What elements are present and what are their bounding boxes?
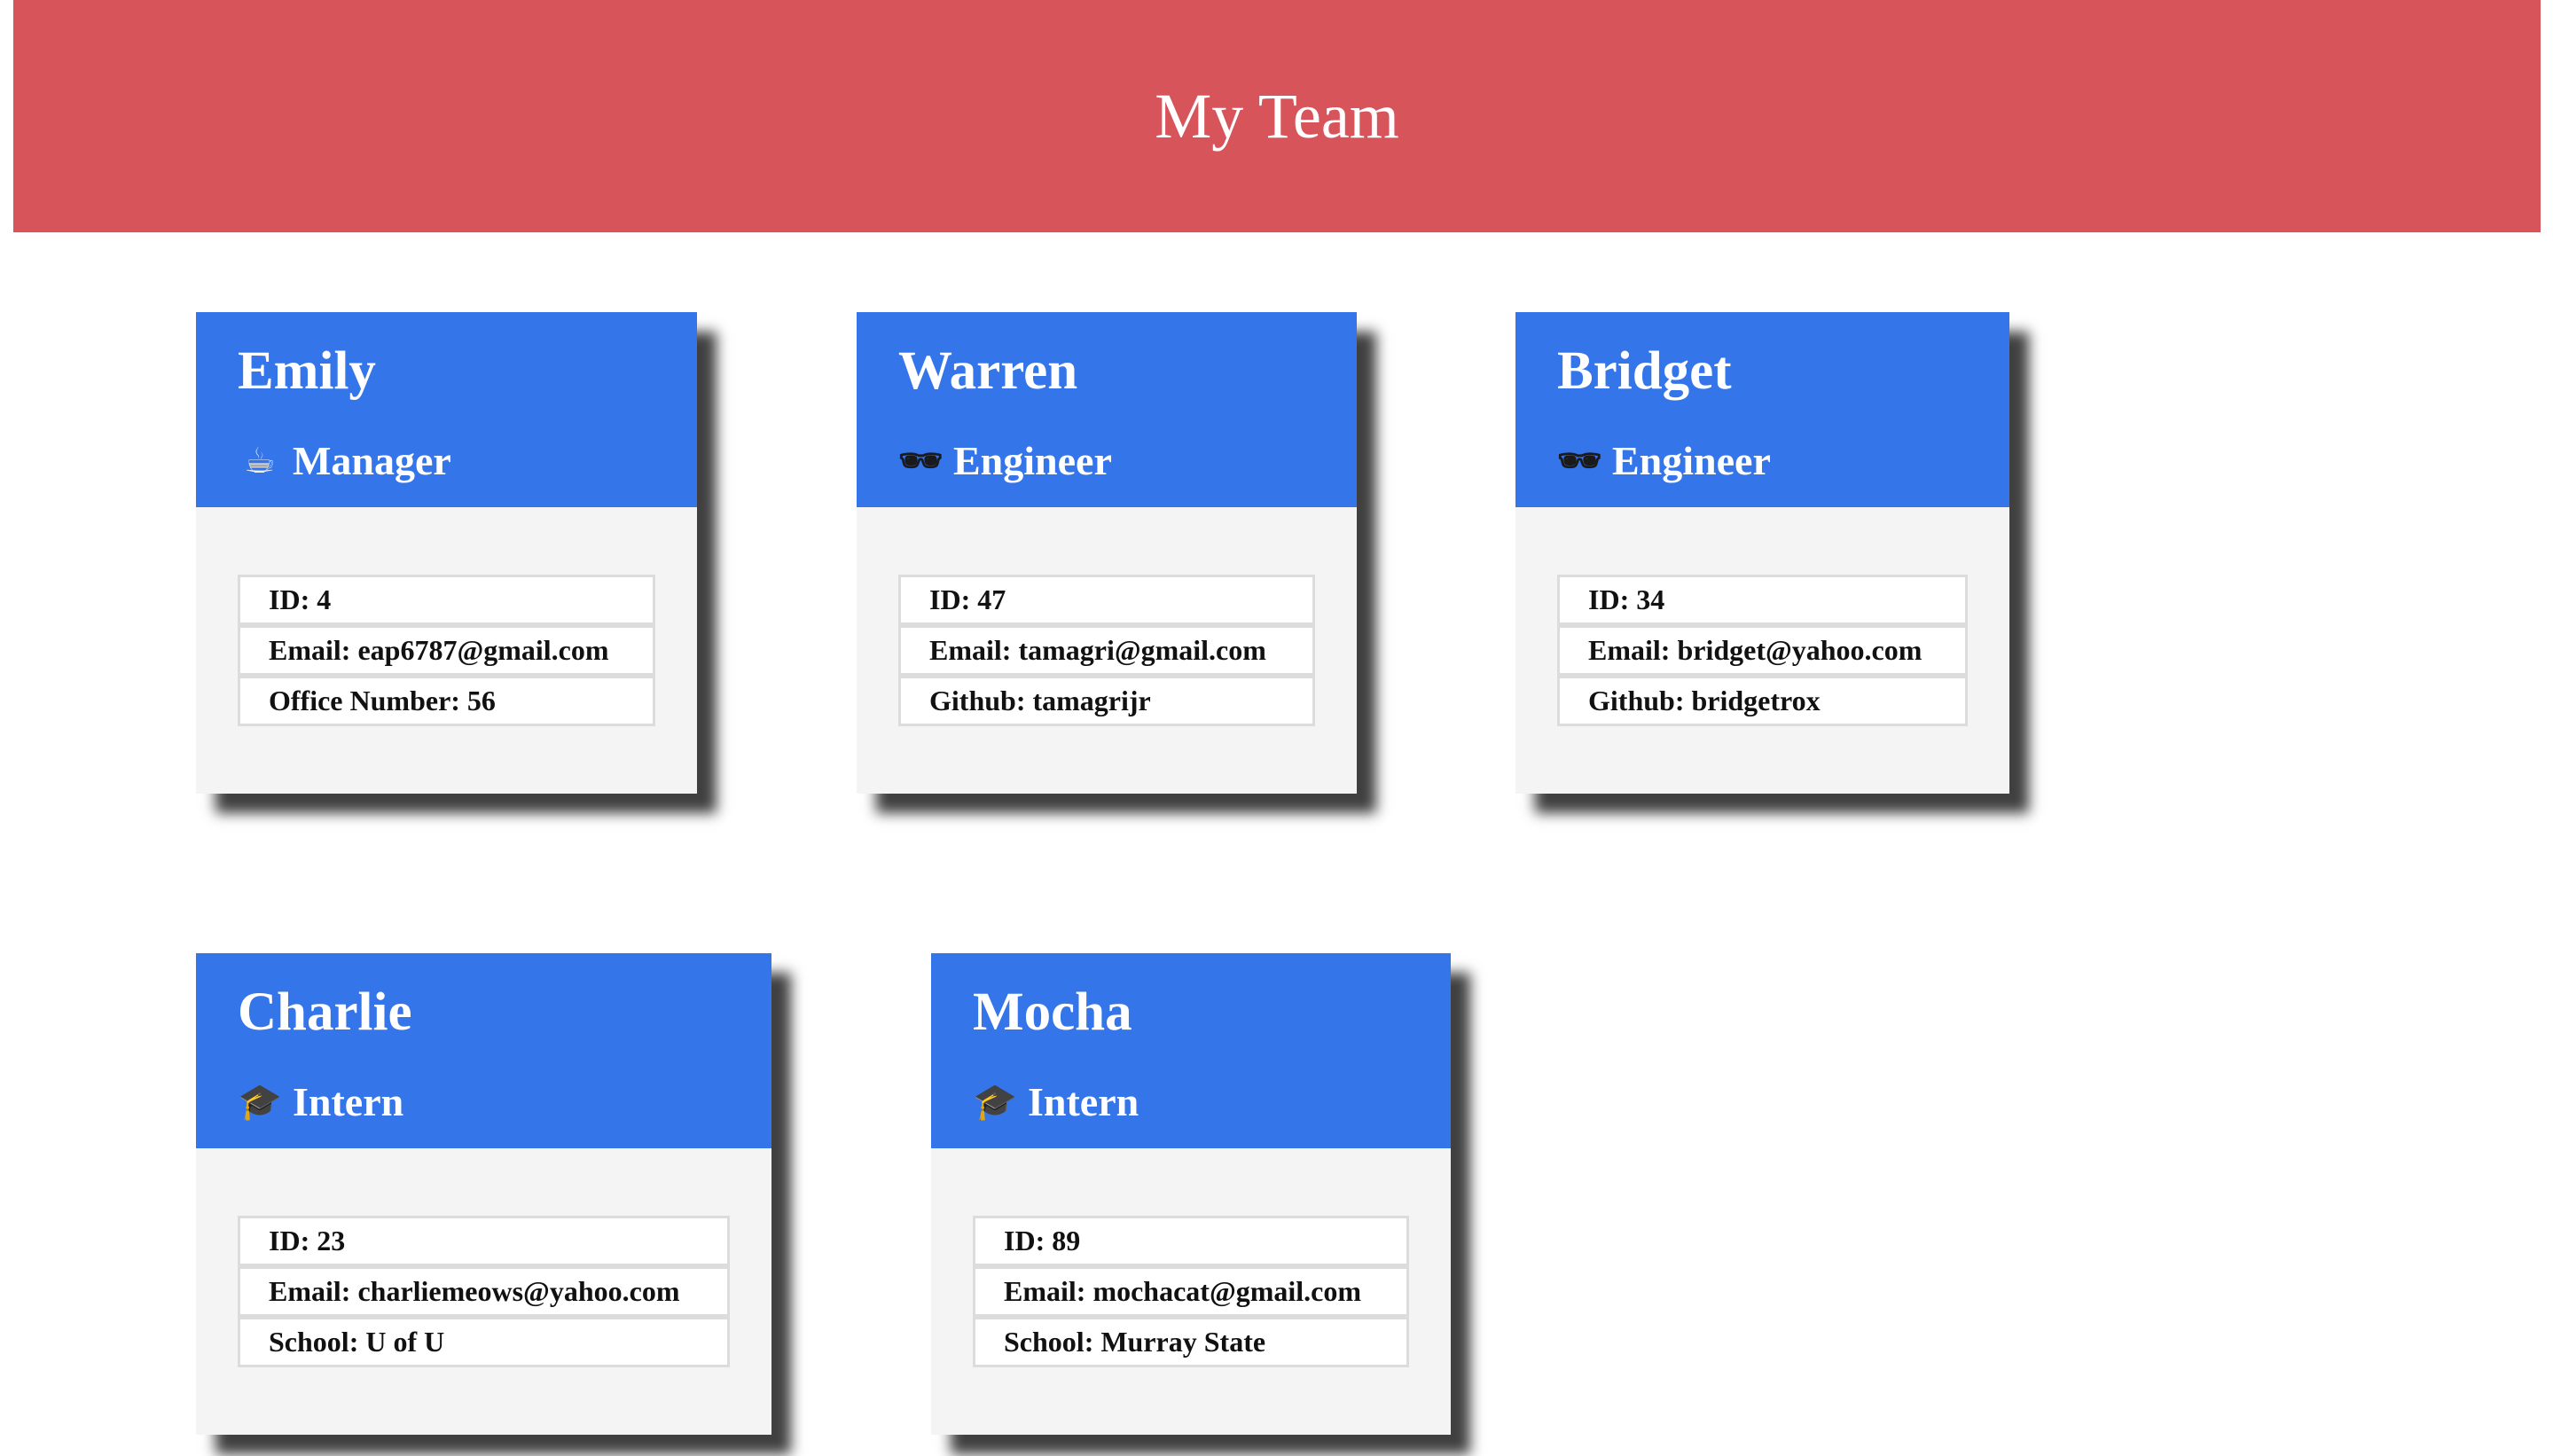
card-header: Bridget 🕶 Engineer — [1515, 312, 2009, 507]
employee-id: ID: 4 — [238, 575, 655, 625]
employee-details: ID: 34 Email: bridget@yahoo.com Github: … — [1557, 575, 1968, 726]
employee-role-label: Engineer — [1612, 438, 1771, 483]
employee-card: Warren 🕶 Engineer ID: 47 Email: tamagri@… — [857, 312, 1357, 794]
employee-role: ☕ Manager — [238, 436, 451, 485]
employee-role: 🎓 Intern — [973, 1077, 1139, 1126]
graduation-cap-icon: 🎓 — [973, 1081, 1017, 1123]
employee-name: Charlie — [238, 982, 412, 1042]
page-header: My Team — [13, 0, 2541, 232]
employee-email: Email: mochacat@gmail.com — [973, 1266, 1409, 1317]
employee-role-label: Manager — [293, 438, 451, 483]
employee-github: Github: tamagrijr — [898, 676, 1315, 726]
employee-card: Bridget 🕶 Engineer ID: 34 Email: bridget… — [1515, 312, 2009, 794]
employee-role-label: Engineer — [953, 438, 1112, 483]
sunglasses-icon: 🕶 — [1557, 440, 1602, 481]
employee-id: ID: 23 — [238, 1216, 730, 1266]
employee-school: School: U of U — [238, 1317, 730, 1367]
page: My Team Emily ☕ Manager ID: 4 Email: eap… — [0, 0, 2553, 1456]
employee-name: Bridget — [1557, 341, 1732, 401]
employee-email: Email: tamagri@gmail.com — [898, 625, 1315, 676]
employee-email: Email: bridget@yahoo.com — [1557, 625, 1968, 676]
employee-role: 🕶 Engineer — [898, 436, 1112, 485]
employee-details: ID: 89 Email: mochacat@gmail.com School:… — [973, 1216, 1409, 1367]
employee-email: Email: eap6787@gmail.com — [238, 625, 655, 676]
card-header: Emily ☕ Manager — [196, 312, 697, 507]
employee-github: Github: bridgetrox — [1557, 676, 1968, 726]
employee-office-number: Office Number: 56 — [238, 676, 655, 726]
card-header: Warren 🕶 Engineer — [857, 312, 1357, 507]
page-title: My Team — [1155, 81, 1399, 152]
employee-role-label: Intern — [293, 1079, 404, 1124]
employee-card: Emily ☕ Manager ID: 4 Email: eap6787@gma… — [196, 312, 697, 794]
card-header: Mocha 🎓 Intern — [931, 953, 1451, 1148]
employee-role: 🎓 Intern — [238, 1077, 403, 1126]
employee-email: Email: charliemeows@yahoo.com — [238, 1266, 730, 1317]
employee-name: Emily — [238, 341, 376, 401]
employee-card: Charlie 🎓 Intern ID: 23 Email: charlieme… — [196, 953, 771, 1435]
employee-details: ID: 4 Email: eap6787@gmail.com Office Nu… — [238, 575, 655, 726]
employee-name: Mocha — [973, 982, 1132, 1042]
employee-school: School: Murray State — [973, 1317, 1409, 1367]
coffee-icon: ☕ — [244, 440, 276, 481]
sunglasses-icon: 🕶 — [898, 440, 944, 481]
employee-role-label: Intern — [1028, 1079, 1139, 1124]
employee-card: Mocha 🎓 Intern ID: 89 Email: mochacat@gm… — [931, 953, 1451, 1435]
employee-id: ID: 34 — [1557, 575, 1968, 625]
employee-id: ID: 47 — [898, 575, 1315, 625]
employee-details: ID: 23 Email: charliemeows@yahoo.com Sch… — [238, 1216, 730, 1367]
employee-role: 🕶 Engineer — [1557, 436, 1771, 485]
employee-id: ID: 89 — [973, 1216, 1409, 1266]
employee-name: Warren — [898, 341, 1078, 401]
graduation-cap-icon: 🎓 — [238, 1081, 282, 1123]
employee-details: ID: 47 Email: tamagri@gmail.com Github: … — [898, 575, 1315, 726]
card-header: Charlie 🎓 Intern — [196, 953, 771, 1148]
